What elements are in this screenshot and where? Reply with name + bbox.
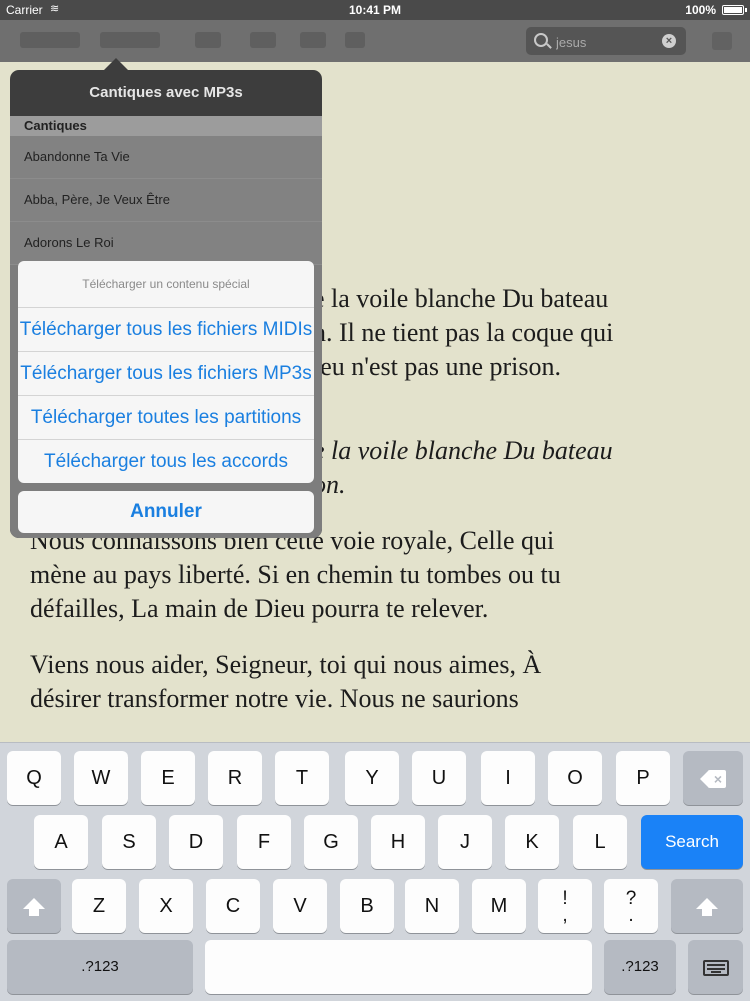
keyboard: Q W E R T Y U I O P × A S D F G H J K L … bbox=[0, 742, 750, 1001]
download-midis-button[interactable]: Télécharger tous les fichiers MIDIs bbox=[18, 308, 314, 352]
search-key[interactable]: Search bbox=[641, 815, 743, 869]
key-r[interactable]: R bbox=[208, 751, 262, 805]
list-item[interactable]: Abandonne Ta Vie bbox=[10, 136, 322, 179]
bookmark-icon[interactable] bbox=[250, 32, 276, 48]
font-size-icon[interactable] bbox=[300, 32, 326, 48]
status-bar: Carrier ≋ 10:41 PM 100% bbox=[0, 0, 750, 20]
key-d[interactable]: D bbox=[169, 815, 223, 869]
list-icon[interactable] bbox=[195, 32, 221, 48]
key-s[interactable]: S bbox=[102, 815, 156, 869]
shift-icon bbox=[23, 898, 45, 917]
key-l[interactable]: L bbox=[573, 815, 627, 869]
key-u[interactable]: U bbox=[412, 751, 466, 805]
key-t[interactable]: T bbox=[275, 751, 329, 805]
popover-title: Cantiques avec MP3s bbox=[89, 84, 243, 101]
keyboard-dismiss-icon bbox=[702, 959, 729, 976]
clock-label: 10:41 PM bbox=[348, 3, 402, 17]
verse-paragraph: Viens nous aider, Seigneur, toi qui nous… bbox=[30, 648, 710, 716]
key-e[interactable]: E bbox=[141, 751, 195, 805]
cancel-button[interactable]: Annuler bbox=[18, 491, 314, 533]
key-bottom-char: . bbox=[628, 904, 634, 926]
key-z[interactable]: Z bbox=[72, 879, 126, 933]
key-n[interactable]: N bbox=[405, 879, 459, 933]
settings-icon[interactable] bbox=[712, 32, 732, 50]
key-m[interactable]: M bbox=[472, 879, 526, 933]
key-g[interactable]: G bbox=[304, 815, 358, 869]
toolbar-library-button[interactable] bbox=[100, 32, 160, 48]
action-group: Télécharger un contenu spécial Télécharg… bbox=[18, 261, 314, 483]
keyboard-dismiss-key[interactable] bbox=[688, 940, 743, 994]
key-a[interactable]: A bbox=[34, 815, 88, 869]
key-v[interactable]: V bbox=[273, 879, 327, 933]
toolbar-back-button[interactable] bbox=[20, 32, 80, 48]
download-action-sheet: Télécharger un contenu spécial Télécharg… bbox=[18, 261, 314, 533]
backspace-key[interactable]: × bbox=[683, 751, 743, 805]
key-question-period[interactable]: ?. bbox=[604, 879, 658, 933]
shift-icon bbox=[696, 898, 718, 917]
key-y[interactable]: Y bbox=[345, 751, 399, 805]
download-mp3s-button[interactable]: Télécharger tous les fichiers MP3s bbox=[18, 352, 314, 396]
key-c[interactable]: C bbox=[206, 879, 260, 933]
text-line: mène au pays liberté. Si en chemin tu to… bbox=[30, 560, 561, 589]
key-q[interactable]: Q bbox=[7, 751, 61, 805]
key-o[interactable]: O bbox=[548, 751, 602, 805]
search-field[interactable]: × bbox=[526, 27, 686, 55]
key-bottom-char: , bbox=[562, 904, 568, 926]
numbers-key-left[interactable]: .?123 bbox=[7, 940, 193, 994]
text-line: Viens nous aider, Seigneur, toi qui nous… bbox=[30, 650, 542, 679]
list-item[interactable]: Adorons Le Roi bbox=[10, 222, 322, 265]
shift-key-left[interactable] bbox=[7, 879, 61, 933]
key-p[interactable]: P bbox=[616, 751, 670, 805]
text-line: désirer transformer notre vie. Nous ne s… bbox=[30, 684, 519, 713]
popover-arrow bbox=[104, 58, 128, 70]
key-i[interactable]: I bbox=[481, 751, 535, 805]
verse-paragraph: Nous connaissons bien cette voie royale,… bbox=[30, 524, 710, 626]
download-scores-button[interactable]: Télécharger toutes les partitions bbox=[18, 396, 314, 440]
key-b[interactable]: B bbox=[340, 879, 394, 933]
download-chords-button[interactable]: Télécharger tous les accords bbox=[18, 440, 314, 483]
numbers-key-right[interactable]: .?123 bbox=[604, 940, 676, 994]
key-h[interactable]: H bbox=[371, 815, 425, 869]
key-f[interactable]: F bbox=[237, 815, 291, 869]
key-j[interactable]: J bbox=[438, 815, 492, 869]
list-item[interactable]: Abba, Père, Je Veux Être bbox=[10, 179, 322, 222]
battery-percent: 100% bbox=[685, 3, 716, 17]
key-k[interactable]: K bbox=[505, 815, 559, 869]
section-header: Cantiques bbox=[10, 116, 322, 136]
search-input[interactable] bbox=[554, 31, 658, 53]
text-line: défailles, La main de Dieu pourra te rel… bbox=[30, 594, 489, 623]
action-sheet-title: Télécharger un contenu spécial bbox=[18, 261, 314, 308]
key-exclamation-comma[interactable]: !, bbox=[538, 879, 592, 933]
search-icon bbox=[534, 33, 548, 47]
backspace-icon: × bbox=[700, 769, 726, 788]
shift-key-right[interactable] bbox=[671, 879, 743, 933]
space-bar[interactable] bbox=[205, 940, 592, 994]
clear-search-icon[interactable]: × bbox=[662, 34, 676, 48]
key-w[interactable]: W bbox=[74, 751, 128, 805]
battery-icon bbox=[722, 5, 747, 15]
key-x[interactable]: X bbox=[139, 879, 193, 933]
share-icon[interactable] bbox=[345, 32, 365, 48]
